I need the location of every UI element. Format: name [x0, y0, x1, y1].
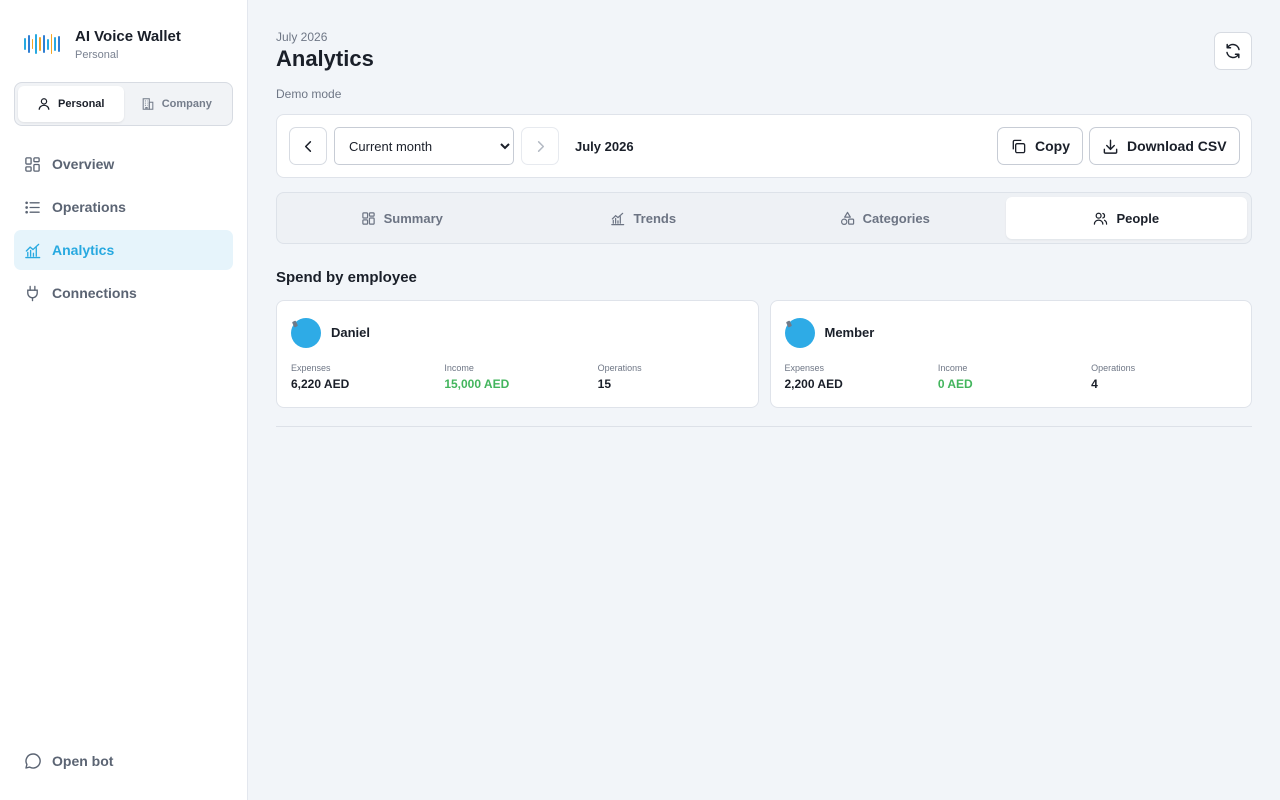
income-label: Income: [937, 363, 968, 373]
user-icon: [38, 98, 50, 110]
grid-icon: [25, 156, 40, 172]
tab-summary[interactable]: Summary: [281, 197, 523, 239]
current-period-label: July 2026: [575, 139, 634, 154]
expenses-value: 2,200 AED: [784, 377, 843, 391]
sidebar-item-overview[interactable]: Overview: [14, 144, 233, 184]
avatar: [784, 318, 815, 348]
demo-mode-label: Demo mode: [276, 87, 342, 101]
tab-people[interactable]: People: [1005, 197, 1247, 239]
employee-name: Member: [824, 325, 875, 340]
tab-label: Categories: [862, 210, 930, 226]
header-period: July 2026: [276, 30, 328, 44]
app-subtitle: Personal: [75, 49, 119, 61]
tab-categories[interactable]: Categories: [764, 197, 1006, 239]
trend-icon: [611, 212, 625, 225]
operations-label: Operations: [597, 363, 642, 373]
open-bot-button[interactable]: Open bot: [24, 752, 113, 770]
tab-label: People: [1116, 210, 1160, 226]
employee-cards: Daniel Expenses 6,220 AED Income 15,000 …: [276, 300, 1252, 408]
sidebar-item-label: Overview: [52, 156, 115, 172]
page-title: Analytics: [276, 46, 374, 71]
expenses-label: Expenses: [784, 363, 825, 373]
sidebar-item-label: Connections: [52, 285, 137, 301]
tab-label: Trends: [633, 210, 677, 226]
mode-company-label: Company: [161, 98, 212, 110]
period-select[interactable]: Current month: [334, 127, 514, 165]
mode-toggle: Personal Company: [14, 82, 233, 126]
mode-company-button[interactable]: Company: [124, 86, 230, 122]
mode-personal-label: Personal: [58, 98, 105, 110]
chevron-left-icon: [304, 140, 311, 152]
shapes-icon: [840, 211, 854, 225]
copy-button[interactable]: Copy: [997, 127, 1083, 165]
copy-label: Copy: [1035, 138, 1070, 154]
sidebar: AI Voice Wallet Personal Personal Compan…: [0, 0, 248, 800]
people-icon: [1094, 212, 1108, 225]
sidebar-item-connections[interactable]: Connections: [14, 273, 233, 313]
download-icon: [1103, 139, 1118, 154]
sidebar-item-label: Operations: [52, 199, 126, 215]
employee-card: Member Expenses 2,200 AED Income 0 AED O…: [769, 300, 1252, 408]
list-icon: [25, 200, 40, 214]
refresh-button[interactable]: [1214, 32, 1252, 70]
building-icon: [142, 98, 154, 110]
voice-wave-logo: [24, 32, 60, 56]
period-toolbar: Current month July 2026 Copy Download CS…: [276, 114, 1252, 178]
operations-label: Operations: [1091, 363, 1136, 373]
mode-personal-button[interactable]: Personal: [18, 86, 124, 122]
employee-stats: Expenses 6,220 AED Income 15,000 AED Ope…: [291, 363, 751, 391]
sidebar-item-label: Analytics: [52, 242, 115, 258]
section-title: Spend by employee: [276, 269, 417, 286]
expenses-value: 6,220 AED: [291, 377, 350, 391]
avatar: [291, 318, 321, 348]
operations-value: 15: [597, 377, 612, 391]
next-period-button[interactable]: [521, 127, 559, 165]
tab-label: Summary: [383, 210, 443, 226]
refresh-icon: [1226, 43, 1240, 59]
plug-icon: [27, 285, 38, 301]
sidebar-nav: Overview Operations Analytics Connection…: [14, 144, 233, 316]
dashboard-icon: [361, 211, 375, 225]
income-label: Income: [444, 363, 474, 373]
employee-stats: Expenses 2,200 AED Income 0 AED Operatio…: [785, 363, 1245, 391]
chevron-right-icon: [537, 140, 544, 152]
sidebar-item-operations[interactable]: Operations: [14, 187, 233, 227]
divider: [276, 426, 1252, 427]
chat-bubble-icon: [25, 753, 41, 769]
previous-period-button[interactable]: [289, 127, 327, 165]
app-title: AI Voice Wallet: [75, 28, 181, 45]
income-value: 15,000 AED: [444, 377, 510, 391]
download-csv-button[interactable]: Download CSV: [1089, 127, 1240, 165]
operations-value: 4: [1091, 377, 1098, 391]
tab-trends[interactable]: Trends: [523, 197, 765, 239]
income-value: 0 AED: [937, 377, 973, 391]
open-bot-label: Open bot: [52, 753, 114, 769]
copy-icon: [1012, 139, 1026, 153]
analytics-tabs: Summary Trends Categories People: [276, 192, 1252, 244]
brand: AI Voice Wallet Personal: [24, 28, 181, 61]
sidebar-item-analytics[interactable]: Analytics: [14, 230, 233, 270]
chart-icon: [25, 243, 41, 258]
employee-name: Daniel: [331, 325, 371, 340]
employee-card: Daniel Expenses 6,220 AED Income 15,000 …: [276, 300, 759, 408]
download-csv-label: Download CSV: [1127, 138, 1227, 154]
expenses-label: Expenses: [291, 363, 331, 373]
